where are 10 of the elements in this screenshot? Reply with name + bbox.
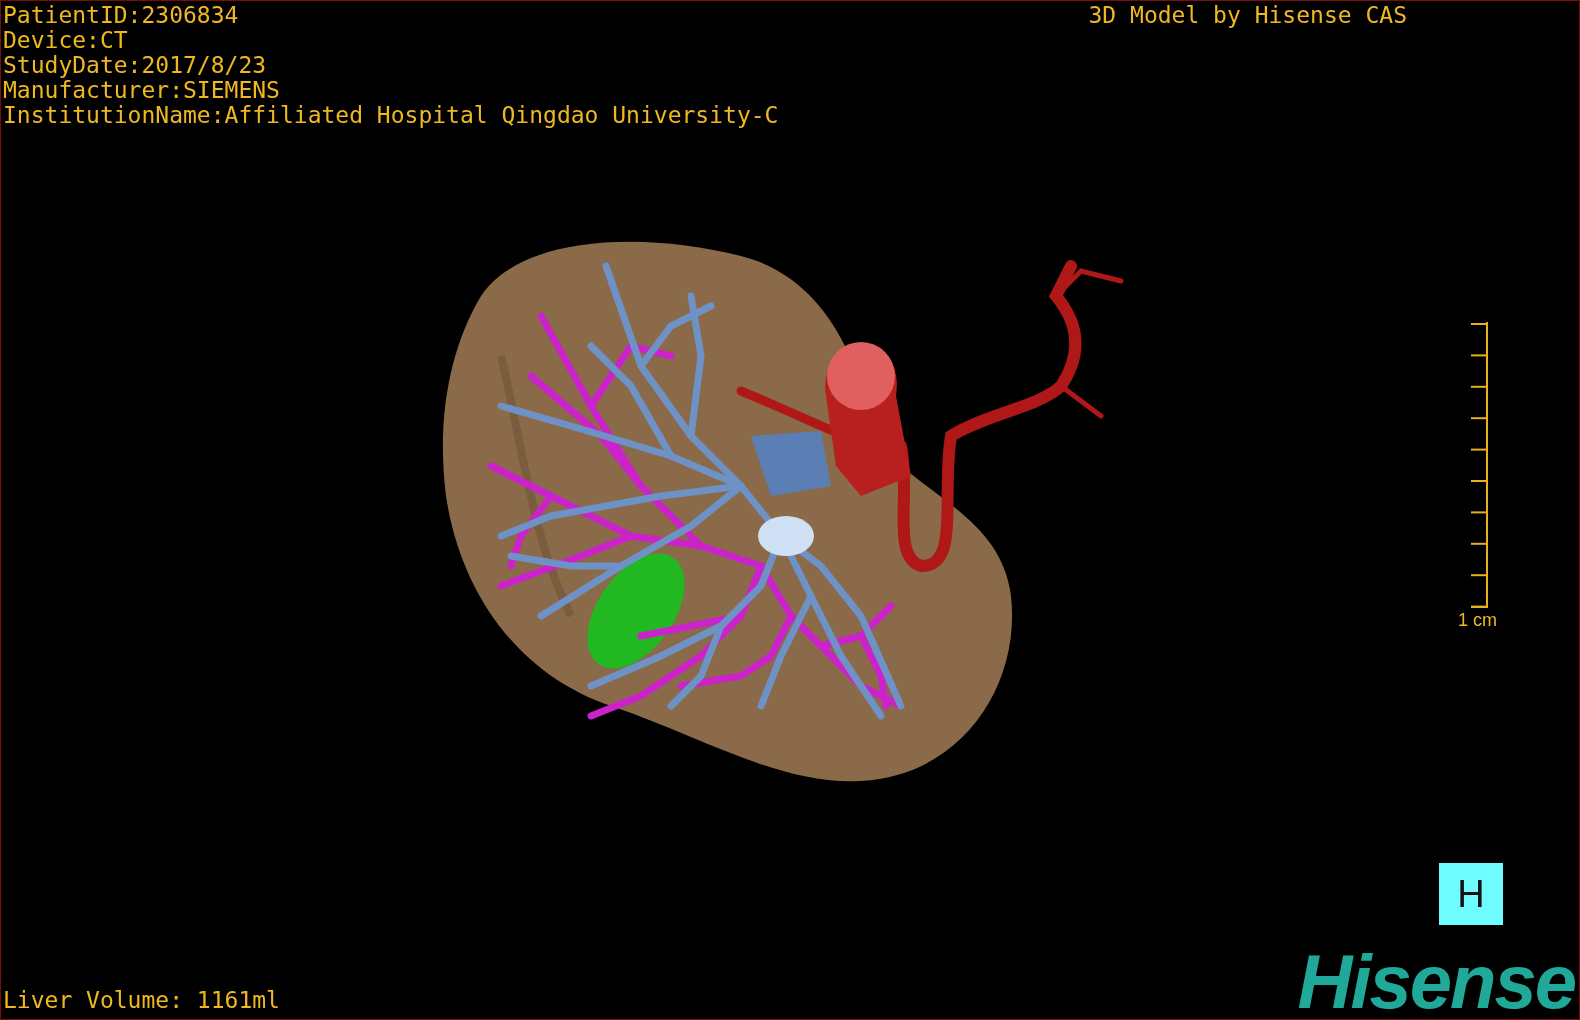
liver-volume-text: Liver Volume: 1161ml: [3, 988, 280, 1013]
logo-text: Hisense: [1297, 951, 1576, 1013]
patient-info-text: Manufacturer:SIEMENS: [3, 78, 281, 103]
patient-info-text: StudyDate:2017/8/23: [3, 53, 268, 78]
model-credit-text: 3D Model by Hisense CAS: [1088, 3, 1407, 28]
patient-info-text: Device:CT: [3, 28, 129, 53]
patient-info-text: PatientID:2306834: [3, 3, 240, 28]
scale-label: 1 cm: [1458, 610, 1497, 631]
orientation-marker-button[interactable]: H: [1439, 863, 1503, 925]
patient-info-text: InstitutionName:Affiliated Hospital Qingdao University-C: [3, 103, 779, 128]
